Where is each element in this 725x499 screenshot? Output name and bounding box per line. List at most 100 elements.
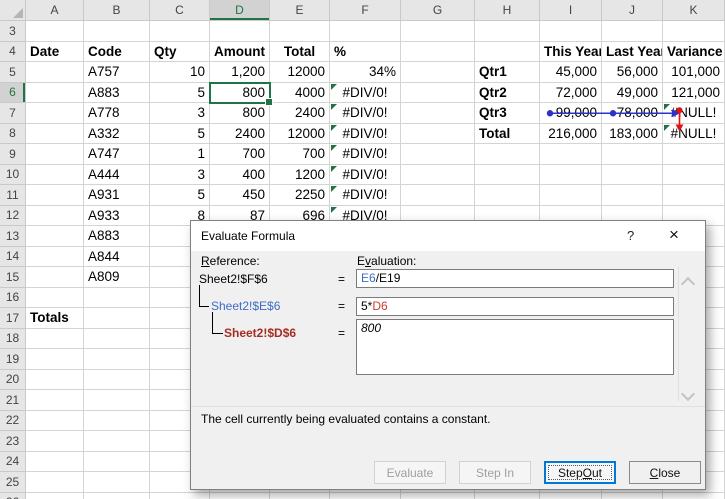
- row-header-16[interactable]: 16: [0, 287, 26, 308]
- cell-A3[interactable]: [26, 21, 84, 42]
- cell-F3[interactable]: [330, 21, 401, 42]
- cell-K3[interactable]: [663, 21, 725, 42]
- cell-E9[interactable]: 700: [270, 144, 330, 165]
- cell-B12[interactable]: A933: [84, 205, 150, 226]
- scroll-up-icon[interactable]: [680, 276, 696, 292]
- cell-A10[interactable]: [26, 164, 84, 185]
- cell-I26[interactable]: [540, 492, 602, 499]
- cell-G5[interactable]: [401, 62, 475, 83]
- cell-F11[interactable]: #DIV/0!: [330, 185, 401, 206]
- cell-K8[interactable]: #NULL!: [663, 123, 725, 144]
- cell-H26[interactable]: [475, 492, 540, 499]
- row-header-26[interactable]: 26: [0, 492, 26, 499]
- cell-A8[interactable]: [26, 123, 84, 144]
- cell-H10[interactable]: [475, 164, 540, 185]
- cell-D26[interactable]: [210, 492, 270, 499]
- cell-B13[interactable]: A883: [84, 226, 150, 247]
- row-header-9[interactable]: 9: [0, 144, 26, 165]
- evaluate-button[interactable]: Evaluate: [374, 461, 446, 484]
- cell-A18[interactable]: [26, 328, 84, 349]
- col-header-F[interactable]: F: [330, 0, 401, 21]
- row-header-22[interactable]: 22: [0, 410, 26, 431]
- cell-B16[interactable]: [84, 287, 150, 308]
- cell-G8[interactable]: [401, 123, 475, 144]
- cell-D7[interactable]: 800: [210, 103, 270, 124]
- cell-F9[interactable]: #DIV/0!: [330, 144, 401, 165]
- cell-J9[interactable]: [602, 144, 663, 165]
- cell-C4[interactable]: Qty: [150, 41, 210, 62]
- cell-K10[interactable]: [663, 164, 725, 185]
- row-header-6[interactable]: 6: [0, 82, 26, 103]
- close-icon[interactable]: ×: [669, 225, 679, 245]
- cell-C10[interactable]: 3: [150, 164, 210, 185]
- cell-B5[interactable]: A757: [84, 62, 150, 83]
- row-header-19[interactable]: 19: [0, 349, 26, 370]
- cell-H8[interactable]: Total: [475, 123, 540, 144]
- cell-K7[interactable]: #NULL!: [663, 103, 725, 124]
- cell-J8[interactable]: 183,000: [602, 123, 663, 144]
- col-header-D[interactable]: D: [210, 0, 270, 21]
- cell-F7[interactable]: #DIV/0!: [330, 103, 401, 124]
- cell-A12[interactable]: [26, 205, 84, 226]
- cell-K6[interactable]: 121,000: [663, 82, 725, 103]
- cell-B22[interactable]: [84, 410, 150, 431]
- select-all-button[interactable]: [0, 0, 26, 21]
- cell-C11[interactable]: 5: [150, 185, 210, 206]
- cell-D9[interactable]: 700: [210, 144, 270, 165]
- col-header-B[interactable]: B: [84, 0, 150, 21]
- row-header-11[interactable]: 11: [0, 185, 26, 206]
- cell-K11[interactable]: [663, 185, 725, 206]
- cell-H3[interactable]: [475, 21, 540, 42]
- cell-B4[interactable]: Code: [84, 41, 150, 62]
- cell-C26[interactable]: [150, 492, 210, 499]
- row-header-25[interactable]: 25: [0, 472, 26, 493]
- cell-A25[interactable]: [26, 472, 84, 493]
- cell-A14[interactable]: [26, 246, 84, 267]
- cell-A9[interactable]: [26, 144, 84, 165]
- cell-A21[interactable]: [26, 390, 84, 411]
- col-header-A[interactable]: A: [26, 0, 84, 21]
- row-header-17[interactable]: 17: [0, 308, 26, 329]
- cell-E7[interactable]: 2400: [270, 103, 330, 124]
- col-header-K[interactable]: K: [663, 0, 725, 21]
- cell-A16[interactable]: [26, 287, 84, 308]
- cell-A13[interactable]: [26, 226, 84, 247]
- col-header-G[interactable]: G: [401, 0, 475, 21]
- row-header-13[interactable]: 13: [0, 226, 26, 247]
- row-header-23[interactable]: 23: [0, 431, 26, 452]
- cell-G26[interactable]: [401, 492, 475, 499]
- cell-D3[interactable]: [210, 21, 270, 42]
- cell-A23[interactable]: [26, 431, 84, 452]
- cell-E6[interactable]: 4000: [270, 82, 330, 103]
- cell-B25[interactable]: [84, 472, 150, 493]
- row-header-20[interactable]: 20: [0, 369, 26, 390]
- cell-K5[interactable]: 101,000: [663, 62, 725, 83]
- cell-C6[interactable]: 5: [150, 82, 210, 103]
- cell-B19[interactable]: [84, 349, 150, 370]
- step-out-button[interactable]: Step Out: [544, 461, 616, 484]
- cell-G3[interactable]: [401, 21, 475, 42]
- row-header-10[interactable]: 10: [0, 164, 26, 185]
- cell-J26[interactable]: [602, 492, 663, 499]
- step-in-button[interactable]: Step In: [459, 461, 531, 484]
- cell-F4[interactable]: %: [330, 41, 401, 62]
- cell-F10[interactable]: #DIV/0!: [330, 164, 401, 185]
- cell-A5[interactable]: [26, 62, 84, 83]
- cell-D4[interactable]: Amount: [210, 41, 270, 62]
- cell-E5[interactable]: 12000: [270, 62, 330, 83]
- cell-H7[interactable]: Qtr3: [475, 103, 540, 124]
- cell-I5[interactable]: 45,000: [540, 62, 602, 83]
- cell-A4[interactable]: Date: [26, 41, 84, 62]
- col-header-J[interactable]: J: [602, 0, 663, 21]
- cell-B21[interactable]: [84, 390, 150, 411]
- row-header-7[interactable]: 7: [0, 103, 26, 124]
- cell-B6[interactable]: A883: [84, 82, 150, 103]
- row-header-24[interactable]: 24: [0, 451, 26, 472]
- row-header-14[interactable]: 14: [0, 246, 26, 267]
- cell-J7[interactable]: 78,000: [602, 103, 663, 124]
- cell-I4[interactable]: This Year: [540, 41, 602, 62]
- cell-F26[interactable]: [330, 492, 401, 499]
- cell-K26[interactable]: [663, 492, 725, 499]
- cell-B3[interactable]: [84, 21, 150, 42]
- cell-B18[interactable]: [84, 328, 150, 349]
